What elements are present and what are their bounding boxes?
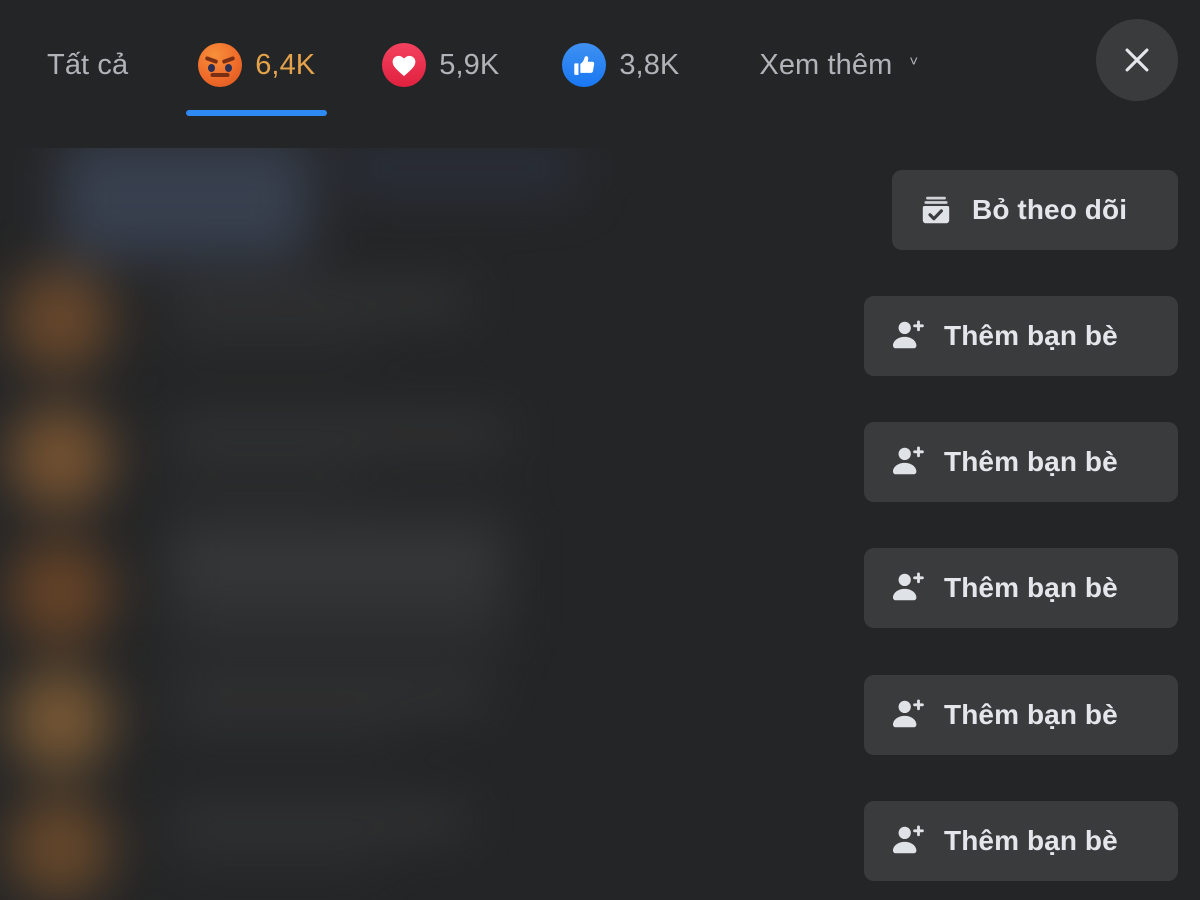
add-friend-button-1[interactable]: Thêm bạn bè (864, 296, 1178, 376)
add-friend-label-3: Thêm bạn bè (944, 572, 1118, 603)
tab-angry[interactable]: 6,4K (164, 0, 349, 130)
dialog-header: Tất cả 6,4K 5,9K 3,8K Xem thêm ˅ (0, 0, 1200, 148)
add-friend-label-1: Thêm bạn bè (944, 320, 1118, 351)
active-tab-underline (186, 110, 328, 116)
person-add-icon (893, 446, 924, 475)
angry-reaction-icon (198, 43, 243, 87)
add-friend-button-2[interactable]: Thêm bạn bè (864, 422, 1178, 502)
chevron-down-icon: ˅ (909, 52, 919, 70)
person-add-icon (893, 320, 924, 349)
reaction-tabs: Tất cả 6,4K 5,9K 3,8K Xem thêm ˅ (0, 0, 938, 130)
unfollow-button[interactable]: Bỏ theo dõi (892, 170, 1178, 250)
add-friend-button-3[interactable]: Thêm bạn bè (864, 548, 1178, 628)
reactions-dialog: Tất cả 6,4K 5,9K 3,8K Xem thêm ˅ Bỏ theo… (0, 0, 1200, 900)
tab-like-count: 3,8K (619, 48, 680, 81)
tab-all[interactable]: Tất cả (0, 0, 164, 130)
add-friend-label-4: Thêm bạn bè (944, 699, 1118, 730)
action-buttons-column: Bỏ theo dõi Thêm bạn bè Thêm bạn bè Thêm… (838, 148, 1178, 900)
close-icon (1125, 48, 1149, 72)
tab-see-more[interactable]: Xem thêm ˅ (715, 0, 938, 130)
person-add-icon (893, 699, 924, 728)
add-friend-label-2: Thêm bạn bè (944, 446, 1118, 477)
tab-angry-count: 6,4K (255, 48, 316, 81)
blurred-user-list (0, 148, 580, 900)
love-reaction-icon (382, 43, 427, 87)
like-reaction-icon (562, 43, 607, 87)
close-button[interactable] (1096, 19, 1178, 101)
tab-like[interactable]: 3,8K (532, 0, 715, 130)
tab-love[interactable]: 5,9K (349, 0, 532, 130)
reactions-list-body: Bỏ theo dõi Thêm bạn bè Thêm bạn bè Thêm… (0, 148, 1200, 900)
unfollow-button-label: Bỏ theo dõi (972, 194, 1128, 225)
unfollow-feed-check-icon (922, 196, 950, 224)
person-add-icon (893, 825, 924, 854)
tab-all-label: Tất cả (47, 48, 129, 81)
tab-see-more-label: Xem thêm (759, 48, 893, 81)
tab-love-count: 5,9K (439, 48, 500, 81)
person-add-icon (893, 572, 924, 601)
add-friend-label-5: Thêm bạn bè (944, 825, 1118, 856)
add-friend-button-4[interactable]: Thêm bạn bè (864, 675, 1178, 755)
add-friend-button-5[interactable]: Thêm bạn bè (864, 801, 1178, 881)
